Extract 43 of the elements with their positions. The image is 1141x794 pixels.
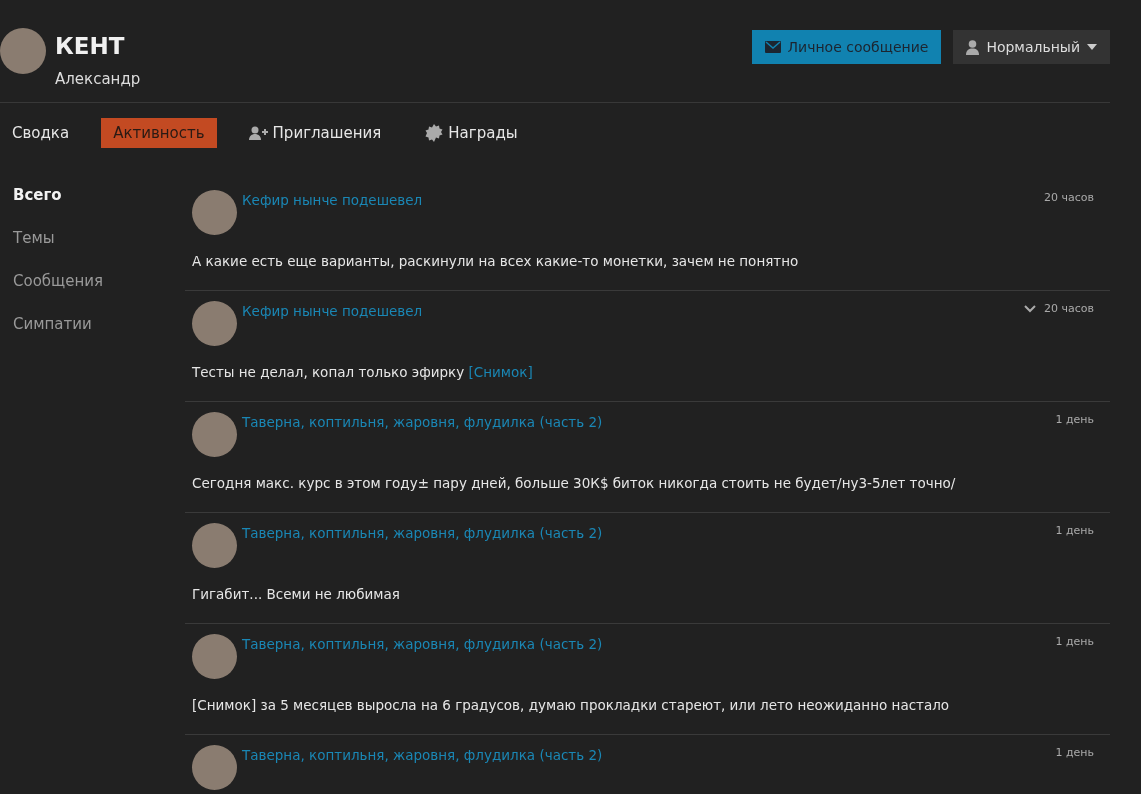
profile-subtitle: Александр <box>55 70 141 88</box>
thread-link[interactable]: Кефир нынче подешевел <box>242 303 423 319</box>
thread-link[interactable]: Таверна, коптильня, жаровня, флудилка (часть 2) <box>242 414 603 430</box>
badge-icon <box>425 124 444 142</box>
tab[interactable]: Награды <box>413 118 530 148</box>
tab[interactable]: Приглашения <box>236 118 394 148</box>
sidebar-item[interactable]: Сообщения <box>0 266 185 290</box>
profile-name: КЕНТ <box>55 32 126 61</box>
sidebar-item[interactable]: Симпатии <box>0 309 185 333</box>
post-snippet: Сегодня макс. курс в этом году± пару дней, больше 30К$ биток никогда стоить не будет/ну3-5лет точно/ <box>192 475 957 491</box>
post-time: 20 часов <box>1044 302 1094 315</box>
thread-link[interactable]: Таверна, коптильня, жаровня, флудилка (часть 2) <box>242 525 603 541</box>
avatar <box>192 634 237 679</box>
avatar <box>0 28 46 74</box>
snapshot-link[interactable]: [Снимок] <box>468 364 533 380</box>
thread-link[interactable]: Таверна, коптильня, жаровня, флудилка (часть 2) <box>242 636 603 652</box>
tab[interactable]: Сводка <box>0 118 82 148</box>
post-time: 1 день <box>1055 524 1094 537</box>
sidebar-item[interactable]: Всего <box>0 180 185 204</box>
user-icon <box>966 39 980 55</box>
user-plus-icon <box>248 126 268 140</box>
post-snippet: А какие есть еще варианты, раскинули на всех какие-то монетки, зачем не понятно <box>192 253 800 269</box>
avatar <box>192 301 237 346</box>
post-time: 1 день <box>1055 635 1094 648</box>
avatar <box>192 523 237 568</box>
post-snippet: Тесты не делал, копал только эфирку [Снимок] <box>192 364 534 380</box>
envelope-icon <box>764 41 781 53</box>
avatar <box>192 412 237 457</box>
post-snippet: Гигабит... Всеми не любимая <box>192 586 401 602</box>
status-dropdown[interactable]: Нормальный <box>953 30 1110 64</box>
post-time: 1 день <box>1055 413 1094 426</box>
avatar <box>192 190 237 235</box>
avatar <box>192 745 237 790</box>
thread-link[interactable]: Кефир нынче подешевел <box>242 192 423 208</box>
tab[interactable]: Активность <box>101 118 217 148</box>
thread-link[interactable]: Таверна, коптильня, жаровня, флудилка (часть 2) <box>242 747 603 763</box>
caret-icon <box>1087 44 1097 50</box>
post-time: 1 день <box>1055 746 1094 759</box>
sidebar-item[interactable]: Темы <box>0 223 185 247</box>
post-snippet: [Снимок] за 5 месяцев выросла на 6 градусов, думаю прокладки стареют, или лето неожиданно настало <box>192 697 951 713</box>
post-time: 20 часов <box>1044 191 1094 204</box>
message-button[interactable]: Личное сообщение <box>751 30 942 64</box>
chevron-down-icon[interactable] <box>1024 304 1036 313</box>
